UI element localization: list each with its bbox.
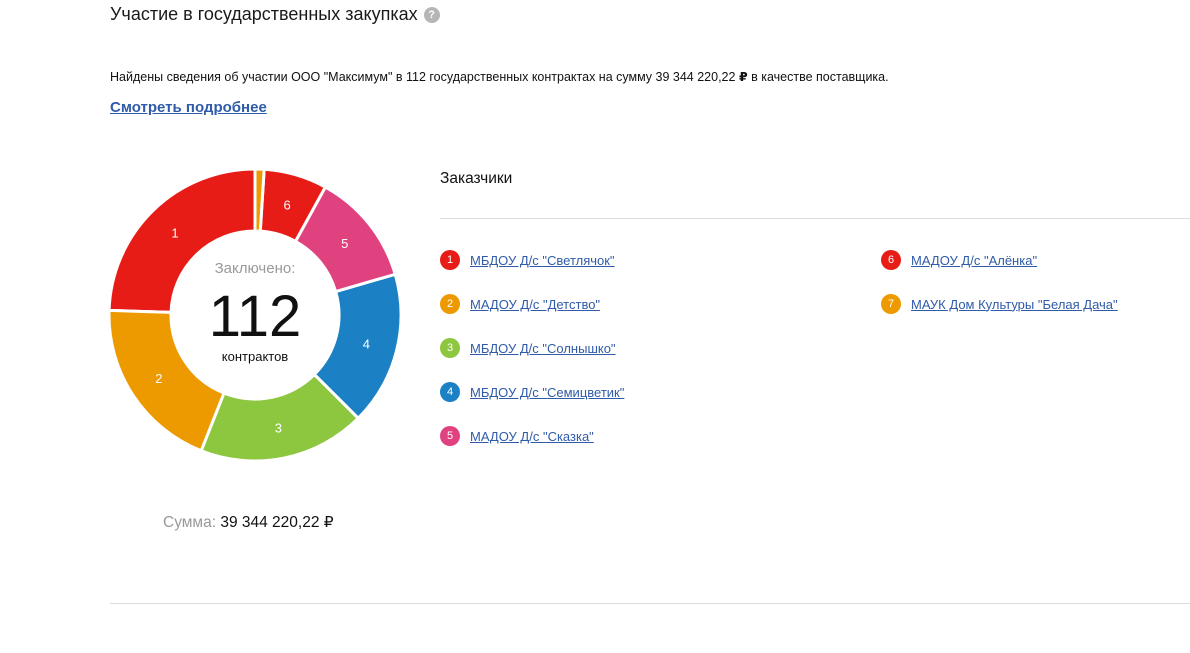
donut-chart: 123456 Заключено: 112 контрактов bbox=[106, 166, 404, 464]
legend-badge: 5 bbox=[440, 426, 460, 446]
sum-value: 39 344 220,22 ₽ bbox=[220, 514, 334, 531]
legend-item-2[interactable]: 2 МАДОУ Д/с "Детство" bbox=[440, 294, 600, 314]
sum-label: Сумма: bbox=[163, 514, 217, 531]
section-heading: Участие в государственных закупках ? bbox=[110, 4, 440, 25]
legend-badge: 2 bbox=[440, 294, 460, 314]
legend-customer-link[interactable]: МБДОУ Д/с "Солнышко" bbox=[470, 341, 616, 356]
legend-customer-link[interactable]: МБДОУ Д/с "Светлячок" bbox=[470, 253, 615, 268]
center-label: Заключено: bbox=[214, 260, 296, 277]
summary-text: Найдены сведения об участии ООО "Максиму… bbox=[110, 69, 889, 84]
contracts-count: 112 bbox=[208, 284, 302, 349]
legend-badge: 3 bbox=[440, 338, 460, 358]
ruble-sign: ₽ bbox=[738, 70, 748, 84]
legend-badge: 7 bbox=[881, 294, 901, 314]
legend-badge: 6 bbox=[881, 250, 901, 270]
help-icon[interactable]: ? bbox=[423, 6, 440, 23]
donut-center: Заключено: 112 контрактов bbox=[106, 166, 404, 464]
sum-row: Сумма: 39 344 220,22 ₽ bbox=[163, 513, 334, 532]
legend-item-3[interactable]: 3 МБДОУ Д/с "Солнышко" bbox=[440, 338, 616, 358]
summary-text-after: в качестве поставщика. bbox=[747, 70, 889, 84]
see-more-link[interactable]: Смотреть подробнее bbox=[110, 99, 267, 116]
page-title: Участие в государственных закупках bbox=[110, 4, 418, 24]
legend-customer-link[interactable]: МАДОУ Д/с "Алёнка" bbox=[911, 253, 1037, 268]
legend-customer-link[interactable]: МАУК Дом Культуры "Белая Дача" bbox=[911, 297, 1118, 312]
legend-divider bbox=[440, 218, 1190, 219]
legend-item-7[interactable]: 7 МАУК Дом Культуры "Белая Дача" bbox=[881, 294, 1118, 314]
legend-customer-link[interactable]: МБДОУ Д/с "Семицветик" bbox=[470, 385, 624, 400]
legend-badge: 4 bbox=[440, 382, 460, 402]
legend-badge: 1 bbox=[440, 250, 460, 270]
summary-text-before: Найдены сведения об участии ООО "Максиму… bbox=[110, 70, 739, 84]
center-unit: контрактов bbox=[221, 349, 289, 364]
legend-item-5[interactable]: 5 МАДОУ Д/с "Сказка" bbox=[440, 426, 594, 446]
legend-item-6[interactable]: 6 МАДОУ Д/с "Алёнка" bbox=[881, 250, 1037, 270]
legend-customer-link[interactable]: МАДОУ Д/с "Детство" bbox=[470, 297, 600, 312]
legend-item-1[interactable]: 1 МБДОУ Д/с "Светлячок" bbox=[440, 250, 615, 270]
legend-customer-link[interactable]: МАДОУ Д/с "Сказка" bbox=[470, 429, 594, 444]
bottom-divider bbox=[110, 603, 1190, 604]
legend-title: Заказчики bbox=[440, 170, 513, 187]
legend-item-4[interactable]: 4 МБДОУ Д/с "Семицветик" bbox=[440, 382, 624, 402]
